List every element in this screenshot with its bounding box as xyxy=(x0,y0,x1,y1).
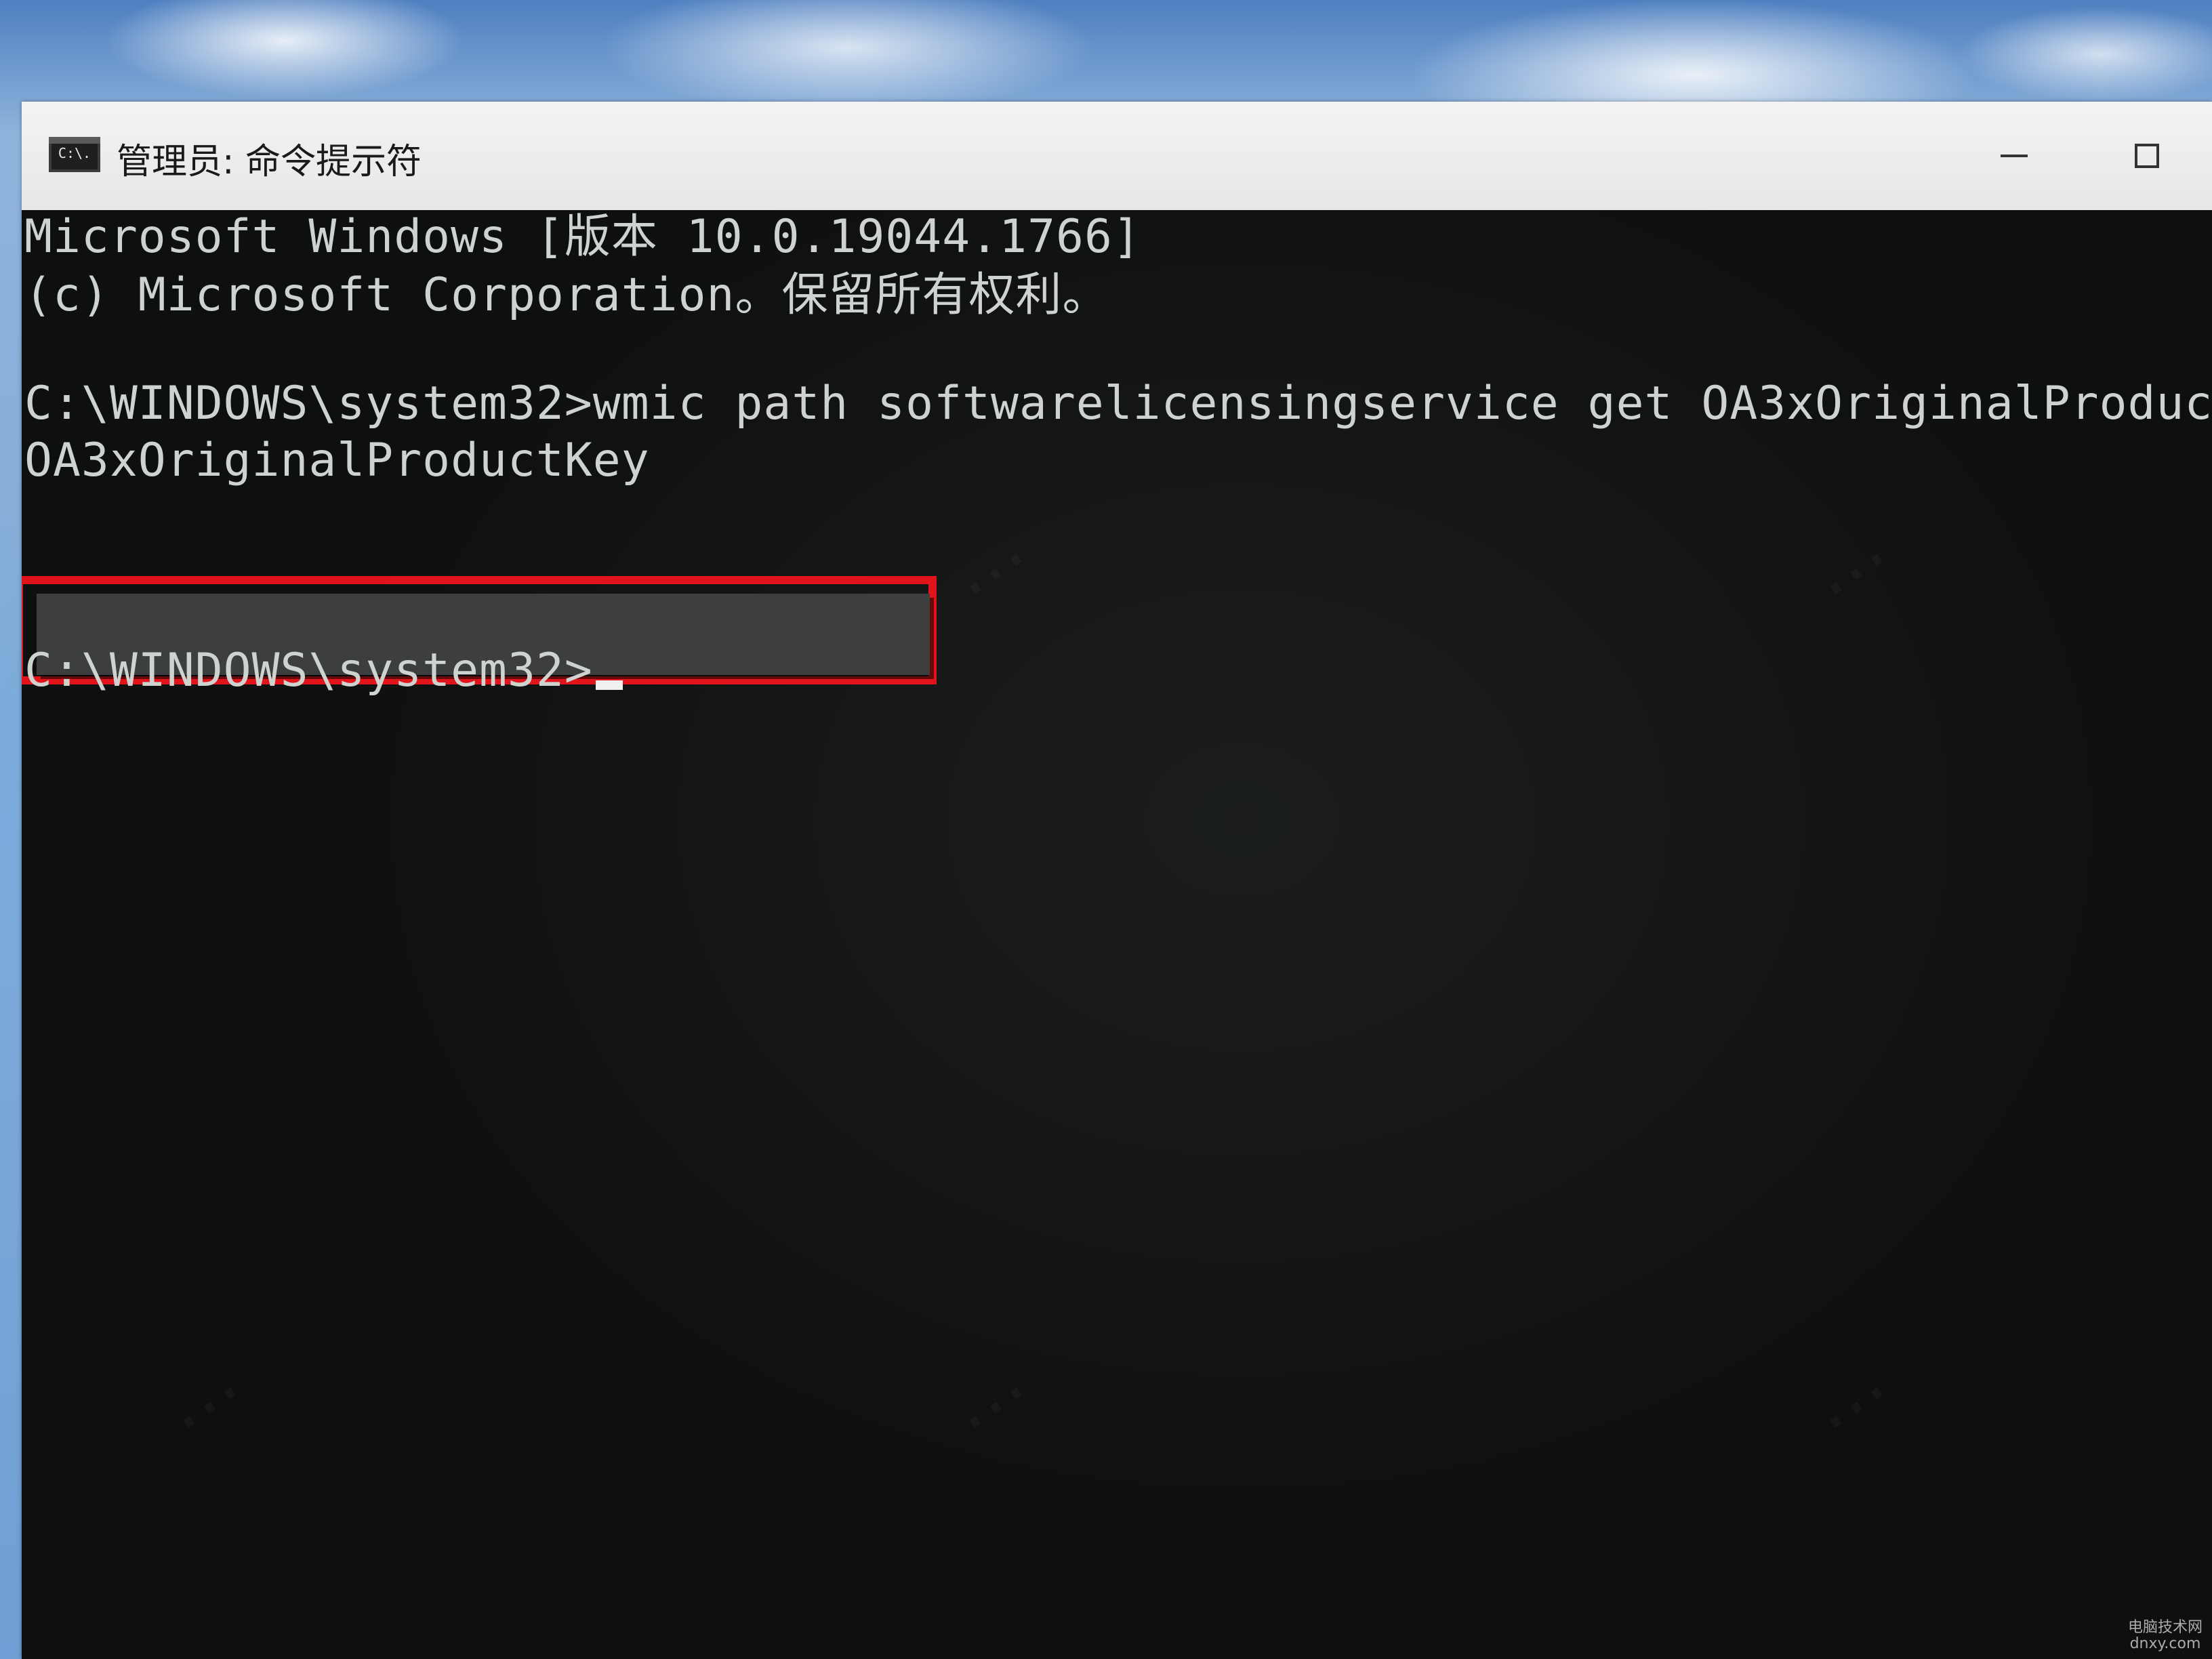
site-brand-mark: 电脑技术网 xyxy=(2127,1619,2203,1636)
console-prompt: C:\WINDOWS\system32> xyxy=(24,644,593,697)
maximize-icon xyxy=(2135,144,2159,168)
watermark: ⋯ xyxy=(152,1349,264,1462)
console-prompt-line[interactable]: C:\WINDOWS\system32> xyxy=(24,644,623,698)
site-watermark-badge: 电脑技术网 dnxy.com xyxy=(2128,1620,2203,1652)
console-icon: C:\. xyxy=(49,137,100,172)
text-cursor xyxy=(595,680,623,690)
minimize-icon xyxy=(2001,155,2028,157)
watermark: ⋯ xyxy=(939,1349,1050,1462)
watermark: ⋯ xyxy=(939,515,1050,629)
watermark: ⋯ xyxy=(1799,515,1910,629)
window-title: 管理员: 命令提示符 xyxy=(117,142,422,182)
site-url: dnxy.com xyxy=(2129,1635,2201,1652)
title-bar[interactable]: C:\. 管理员: 命令提示符 xyxy=(22,102,2212,211)
maximize-button[interactable] xyxy=(2106,129,2188,183)
minimize-button[interactable] xyxy=(1973,129,2055,183)
command-prompt-window[interactable]: C:\. 管理员: 命令提示符 Microsoft Windows [版本 10… xyxy=(22,102,2212,1659)
watermark: ⋯ xyxy=(1799,1349,1910,1462)
console-line-version: Microsoft Windows [版本 10.0.19044.1766] xyxy=(24,210,1141,264)
console-output[interactable]: Microsoft Windows [版本 10.0.19044.1766] (… xyxy=(22,210,2212,1659)
console-line-copyright: (c) Microsoft Corporation。保留所有权利。 xyxy=(24,268,1109,322)
console-line-output-header: OA3xOriginalProductKey xyxy=(24,434,650,487)
console-line-command: C:\WINDOWS\system32>wmic path softwareli… xyxy=(24,377,2212,430)
